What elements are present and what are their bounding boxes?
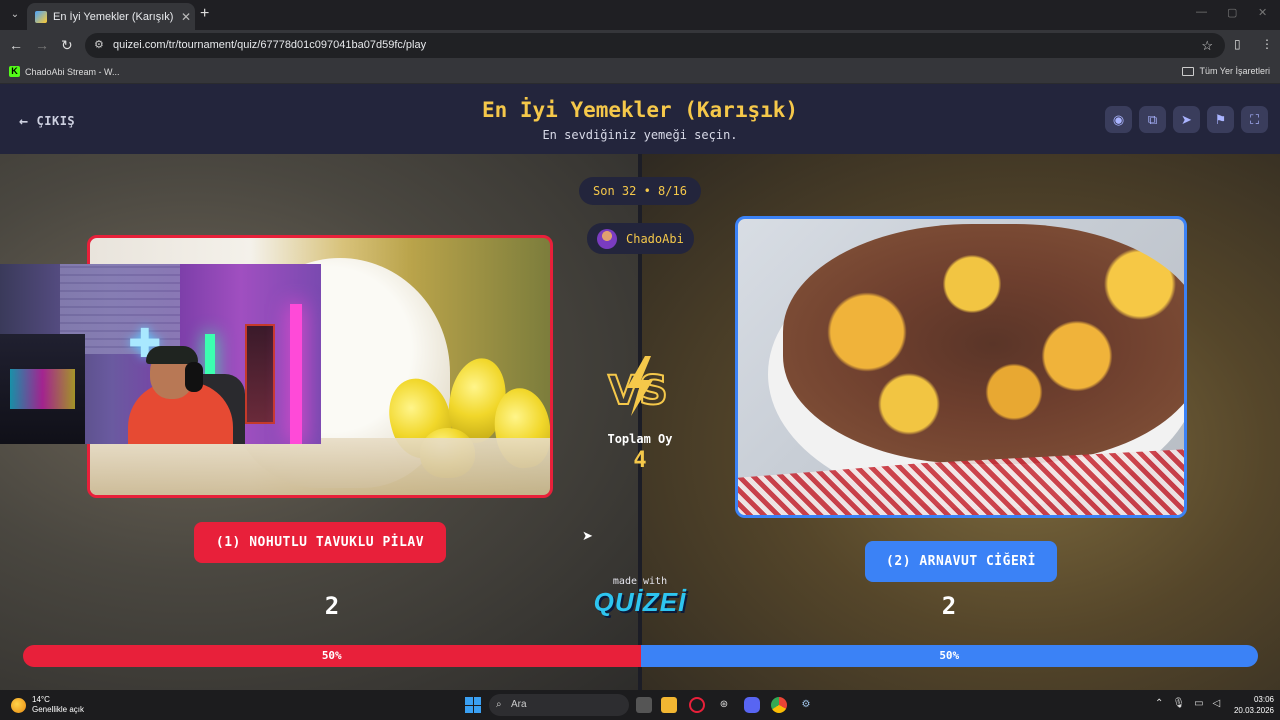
all-bookmarks-label: Tüm Yer İşaretleri — [1199, 66, 1270, 76]
site-info-icon[interactable]: ⚙ — [94, 33, 104, 58]
close-window-icon[interactable]: ✕ — [1258, 6, 1267, 19]
made-with-label: made with — [612, 576, 668, 587]
menu-icon[interactable]: ⋮ — [1261, 37, 1273, 51]
user-name: ChadoAbi — [626, 231, 684, 246]
left-choice-label[interactable]: (1) NOHUTLU TAVUKLU PİLAV — [194, 522, 446, 563]
tab-title: En İyi Yemekler (Karışık) - Tier List, .… — [53, 10, 177, 23]
microphone-icon[interactable]: 🎙 — [1172, 698, 1185, 709]
clock-time: 03:06 — [1253, 695, 1274, 704]
right-vote-count: 2 — [941, 592, 957, 620]
minimize-icon[interactable]: — — [1196, 6, 1207, 18]
forward-icon[interactable]: → — [35, 36, 49, 54]
quizei-logo[interactable]: QUİZEİ — [585, 587, 695, 618]
windows-taskbar: 14°C Genellikle açık ⌕ Ara ⊛ ⚙ ⌃ 🎙 ▭ ◁ 0… — [0, 690, 1280, 720]
page-title: En İyi Yemekler (Karışık) — [481, 98, 799, 122]
tab-search-icon[interactable]: ⌄ — [6, 6, 24, 24]
bookmark-label: ChadoAbi Stream - W... — [25, 66, 120, 77]
search-placeholder: Ara — [511, 699, 527, 710]
right-choice-card[interactable] — [735, 216, 1187, 518]
webcam-microphone — [185, 362, 203, 392]
network-icon[interactable]: ▭ — [1194, 698, 1203, 709]
system-clock[interactable]: 03:06 20.03.2026 — [1228, 694, 1274, 716]
steam-icon[interactable]: ⚙ — [798, 697, 814, 713]
extension-icon[interactable]: ▯ — [1234, 37, 1241, 51]
left-vote-count: 2 — [324, 592, 340, 620]
flag-icon[interactable]: ⚑ — [1207, 106, 1234, 133]
fullscreen-icon[interactable]: ⛶ — [1241, 106, 1268, 133]
tournament-page: ← ÇIKIŞ En İyi Yemekler (Karışık) En sev… — [0, 84, 1280, 690]
folder-icon — [1182, 66, 1195, 76]
vs-icon: VS — [607, 356, 669, 416]
chevron-up-icon[interactable]: ⌃ — [1155, 698, 1163, 709]
search-icon: ⌕ — [496, 699, 502, 710]
chrome-icon[interactable] — [771, 697, 787, 713]
browser-tab-strip: ⌄ En İyi Yemekler (Karışık) - Tier List,… — [0, 0, 1280, 30]
all-bookmarks[interactable]: Tüm Yer İşaretleri — [1182, 66, 1270, 76]
avatar — [597, 228, 617, 249]
system-tray: ⌃ 🎙 ▭ ◁ — [1155, 698, 1220, 709]
webcam-overlay: ✚ — [0, 264, 321, 444]
address-toolbar: ← → ↻ ⚙ quizei.com/tr/tournament/quiz/67… — [0, 30, 1280, 60]
task-view-icon[interactable] — [636, 697, 652, 713]
share-icon[interactable]: ⧉ — [1139, 106, 1166, 133]
app-icon[interactable]: ⊛ — [716, 697, 732, 713]
mouse-cursor-icon: ➤ — [582, 528, 593, 543]
page-header: ← ÇIKIŞ En İyi Yemekler (Karışık) En sev… — [0, 84, 1280, 154]
send-icon[interactable]: ➤ — [1173, 106, 1200, 133]
round-badge: Son 32 • 8/16 — [579, 177, 701, 205]
bookmark-item[interactable]: K ChadoAbi Stream - W... — [9, 66, 120, 77]
discord-icon[interactable] — [744, 697, 760, 713]
webcam-rgb — [10, 369, 75, 409]
maximize-icon[interactable]: ▢ — [1227, 6, 1237, 19]
total-votes-label: Toplam Oy — [607, 432, 673, 446]
reload-icon[interactable]: ↻ — [61, 36, 73, 54]
windows-start-icon[interactable] — [465, 697, 481, 713]
liver-potato-image — [783, 224, 1184, 464]
user-badge: ChadoAbi — [587, 223, 694, 254]
webcam-shelf — [245, 324, 275, 424]
left-progress-fill: 50% — [23, 645, 641, 667]
opera-icon[interactable] — [689, 697, 705, 713]
url-text: quizei.com/tr/tournament/quiz/67778d01c0… — [113, 39, 427, 51]
weather-desc: Genellikle açık — [32, 705, 85, 714]
page-subtitle: En sevdiğiniz yemeği seçin. — [542, 128, 738, 142]
total-votes-value: 4 — [633, 448, 647, 473]
weather-sun-icon — [11, 697, 26, 713]
bookmarks-bar: K ChadoAbi Stream - W... Tüm Yer İşaretl… — [0, 60, 1280, 84]
file-explorer-icon[interactable] — [661, 697, 677, 713]
taskbar-search[interactable]: ⌕ Ara — [489, 694, 629, 716]
kick-icon: K — [9, 66, 20, 77]
plate-image — [90, 438, 550, 495]
eye-icon[interactable]: ◉ — [1105, 106, 1132, 133]
clock-date: 20.03.2026 — [1233, 706, 1274, 715]
back-icon[interactable]: ← — [9, 36, 23, 54]
bookmark-star-icon[interactable]: ☆ — [1201, 33, 1213, 58]
browser-tab[interactable]: En İyi Yemekler (Karışık) - Tier List, .… — [27, 3, 195, 30]
volume-icon[interactable]: ◁ — [1213, 698, 1221, 709]
webcam-led-pink — [290, 304, 302, 444]
weather-widget[interactable]: 14°C Genellikle açık — [11, 695, 84, 715]
weather-temp: 14°C — [32, 695, 50, 704]
tab-favicon-icon — [35, 10, 47, 23]
close-tab-icon[interactable]: ✕ — [177, 10, 195, 24]
right-choice-label[interactable]: (2) ARNAVUT CİĞERİ — [865, 541, 1057, 582]
vote-progress-bar: 50% 50% — [23, 645, 1258, 667]
address-bar[interactable]: ⚙ quizei.com/tr/tournament/quiz/67778d01… — [85, 33, 1225, 58]
new-tab-icon[interactable]: + — [200, 5, 209, 23]
right-progress-fill: 50% — [640, 645, 1258, 667]
